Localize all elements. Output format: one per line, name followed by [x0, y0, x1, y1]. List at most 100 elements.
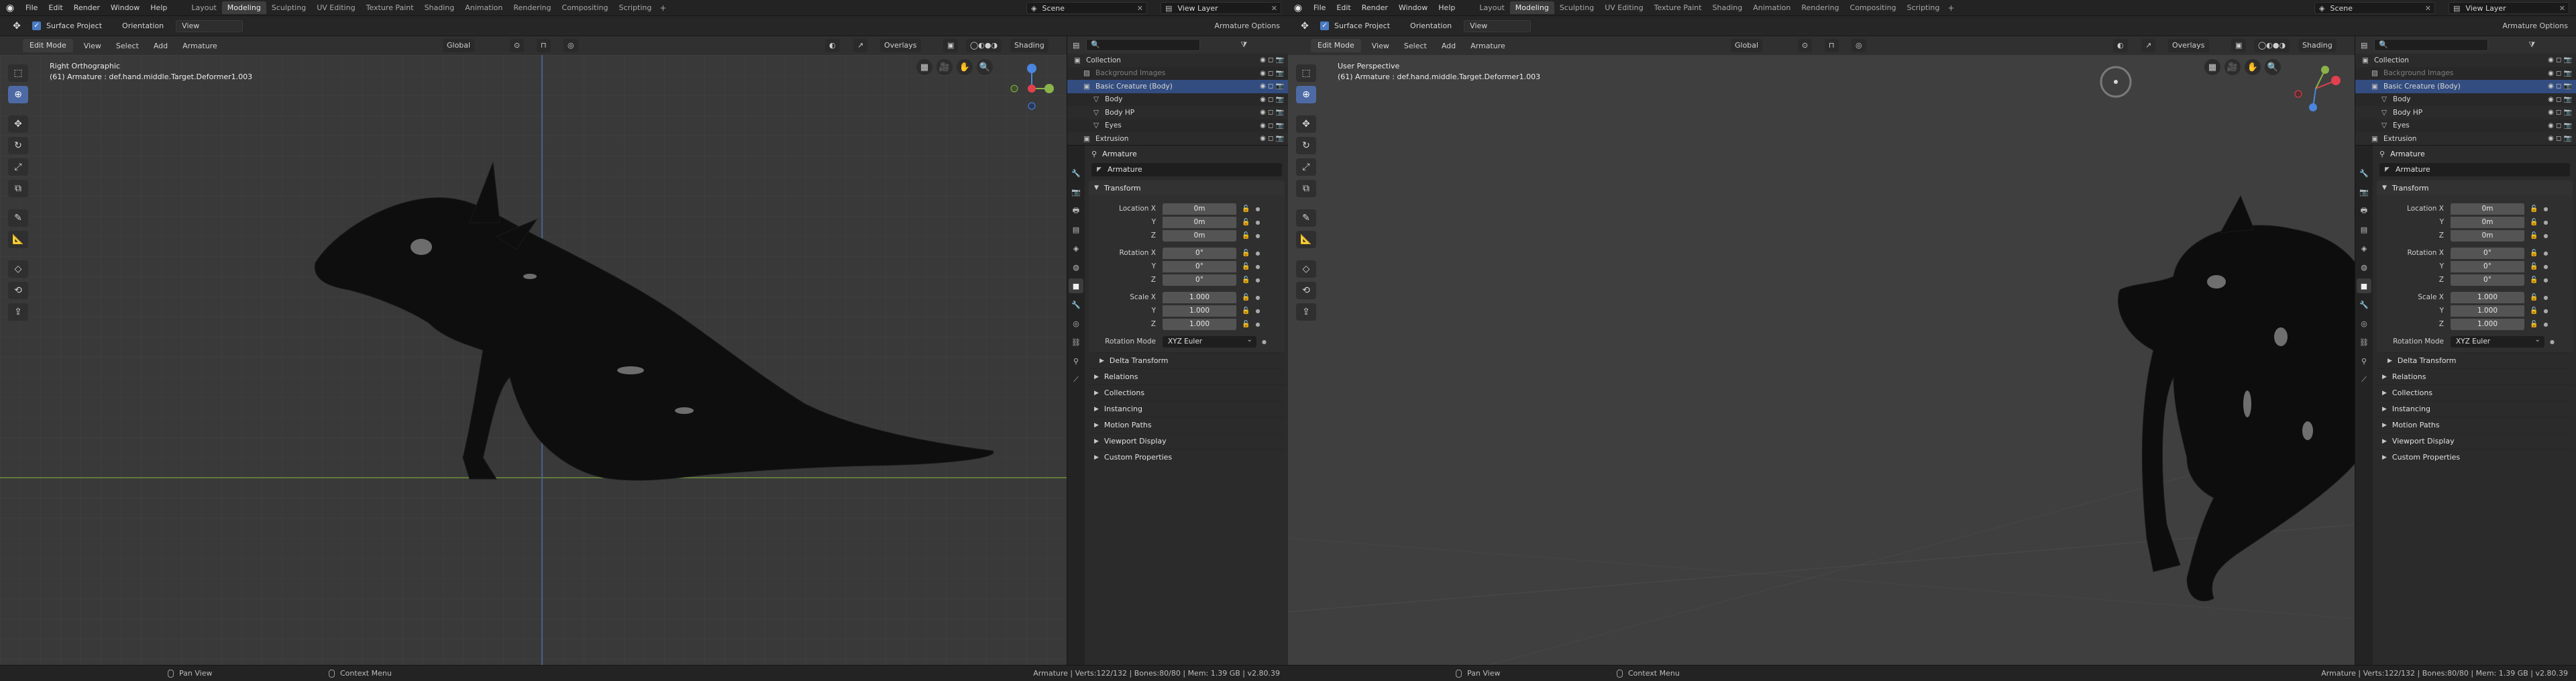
keyframe-dot-icon[interactable]: ●	[2543, 295, 2548, 301]
xray-toggle-icon[interactable]: ▣	[943, 39, 959, 52]
outliner-row[interactable]: ▣ Basic Creature (Body) ◉ ◻ 📷	[2355, 80, 2576, 93]
tab-uv-editing[interactable]: UV Editing	[311, 1, 360, 14]
blender-logo-icon[interactable]: ◉	[0, 0, 20, 16]
menu-help[interactable]: Help	[145, 0, 172, 16]
visibility-icons[interactable]: ◉ ◻ 📷	[2548, 135, 2572, 142]
scene-tab-icon[interactable]: ◈	[2357, 241, 2371, 256]
transform-panel-header[interactable]: ▼ Transform	[1089, 180, 1285, 195]
rotate-icon[interactable]: ↻	[8, 137, 28, 154]
menu-add[interactable]: Add	[1438, 42, 1460, 50]
viewport-display-panel-header[interactable]: ▶ Viewport Display	[1089, 433, 1285, 449]
keyframe-dot-icon[interactable]: ●	[1255, 233, 1260, 239]
tool-tab-icon[interactable]: 🔧	[2357, 166, 2371, 180]
keyframe-dot-icon[interactable]: ●	[2543, 219, 2548, 225]
lock-icon[interactable]: 🔓	[2530, 205, 2538, 213]
tool-icon[interactable]: ✥	[9, 19, 24, 34]
armature-options-button[interactable]: Armature Options	[2502, 21, 2568, 30]
tab-texture-paint[interactable]: Texture Paint	[361, 1, 419, 14]
visibility-icons[interactable]: ◉ ◻ 📷	[2548, 122, 2572, 129]
keyframe-dot-icon[interactable]: ●	[1255, 206, 1260, 212]
rotation-x-field[interactable]: 0°	[2451, 247, 2524, 259]
close-icon[interactable]: ✕	[2425, 4, 2431, 13]
surface-project-checkbox[interactable]: ✓	[32, 21, 41, 30]
keyframe-dot-icon[interactable]: ●	[2543, 233, 2548, 239]
rotation-y-field[interactable]: 0°	[1163, 260, 1236, 272]
visibility-icons[interactable]: ◉ ◻ 📷	[2548, 56, 2572, 64]
keyframe-dot-icon[interactable]: ●	[2550, 339, 2555, 345]
scene-tab-icon[interactable]: ◈	[1069, 241, 1083, 256]
motion-paths-panel-header[interactable]: ▶ Motion Paths	[1089, 417, 1285, 433]
bone-tab-icon[interactable]: ⟋	[1069, 372, 1083, 387]
scale-icon[interactable]: ⤢	[8, 158, 28, 176]
object-tab-icon[interactable]: ■	[1069, 278, 1083, 293]
menu-window[interactable]: Window	[1393, 0, 1433, 16]
mode-selector[interactable]: Edit Mode	[1311, 39, 1361, 52]
outliner-row[interactable]: ▣ Collection ◉ ◻ 📷	[1067, 54, 1288, 67]
render-tab-icon[interactable]: 📷	[2357, 185, 2371, 199]
scale-z-field[interactable]: 1.000	[1163, 318, 1236, 330]
delta-transform-panel-header[interactable]: ▶ Delta Transform	[1089, 352, 1285, 368]
filter-icon[interactable]: ⧩	[1240, 40, 1247, 50]
world-tab-icon[interactable]: ◍	[1069, 260, 1083, 274]
menu-armature[interactable]: Armature	[1466, 42, 1509, 50]
delta-transform-panel-header[interactable]: ▶ Delta Transform	[2377, 352, 2573, 368]
select-box-icon[interactable]: ⬚	[1296, 64, 1316, 82]
outliner-row[interactable]: ▽ Body ◉ ◻ 📷	[2355, 93, 2576, 107]
menu-render[interactable]: Render	[1356, 0, 1393, 16]
lock-icon[interactable]: 🔓	[1242, 294, 1250, 301]
lock-icon[interactable]: 🔓	[1242, 307, 1250, 315]
tab-animation[interactable]: Animation	[1748, 1, 1796, 14]
keyframe-dot-icon[interactable]: ●	[1255, 295, 1260, 301]
visibility-icons[interactable]: ◉ ◻ 📷	[2548, 83, 2572, 90]
navigation-gizmo[interactable]	[1001, 60, 1063, 113]
lock-icon[interactable]: 🔓	[2530, 219, 2538, 226]
tool-icon[interactable]: ✥	[1297, 19, 1312, 34]
cursor-icon[interactable]: ⊕	[8, 86, 28, 103]
lock-icon[interactable]: 🔓	[2530, 250, 2538, 257]
physics-tab-icon[interactable]: ◎	[1069, 316, 1083, 331]
tab-compositing[interactable]: Compositing	[557, 1, 614, 14]
motion-paths-panel-header[interactable]: ▶ Motion Paths	[2377, 417, 2573, 433]
viewport-right-orthographic[interactable]: Right Orthographic (61) Armature : def.h…	[0, 55, 1067, 665]
search-input[interactable]: 🔍	[1086, 39, 1201, 51]
object-tab-icon[interactable]: ■	[2357, 278, 2371, 293]
select-box-icon[interactable]: ⬚	[8, 64, 28, 82]
tab-animation[interactable]: Animation	[460, 1, 508, 14]
keyframe-dot-icon[interactable]: ●	[2543, 264, 2548, 270]
proportional-edit-icon[interactable]: ◎	[1851, 39, 1866, 52]
outliner-row[interactable]: ▣ Extrusion ◉ ◻ 📷	[2355, 132, 2576, 146]
lock-icon[interactable]: 🔓	[2530, 276, 2538, 284]
tab-compositing[interactable]: Compositing	[1845, 1, 1902, 14]
lock-icon[interactable]: 🔓	[1242, 263, 1250, 270]
mode-selector[interactable]: Edit Mode	[23, 39, 73, 52]
keyframe-dot-icon[interactable]: ●	[1255, 219, 1260, 225]
visibility-icons[interactable]: ◉ ◻ 📷	[1260, 56, 1284, 64]
scene-selector[interactable]: ◈ Scene ✕	[1026, 2, 1147, 14]
view-layer-selector[interactable]: ▤ View Layer ✕	[1161, 2, 1281, 14]
armature-options-button[interactable]: Armature Options	[1214, 21, 1280, 30]
custom-properties-panel-header[interactable]: ▶ Custom Properties	[1089, 449, 1285, 465]
lock-icon[interactable]: 🔓	[1242, 321, 1250, 328]
keyframe-dot-icon[interactable]: ●	[2543, 206, 2548, 212]
outliner-row[interactable]: ▽ Eyes ◉ ◻ 📷	[2355, 119, 2576, 133]
search-input[interactable]: 🔍	[2374, 39, 2489, 51]
transform-icon[interactable]: ⧉	[8, 180, 28, 197]
scale-y-field[interactable]: 1.000	[2451, 305, 2524, 317]
extrude-icon[interactable]: ⇪	[1296, 303, 1316, 321]
location-x-field[interactable]: 0m	[2451, 203, 2524, 215]
tab-texture-paint[interactable]: Texture Paint	[1649, 1, 1707, 14]
keyframe-dot-icon[interactable]: ●	[1255, 250, 1260, 256]
rotation-mode-dropdown[interactable]: XYZ Euler	[1163, 334, 1256, 348]
constraints-tab-icon[interactable]: ⛓	[2357, 335, 2371, 350]
tab-uv-editing[interactable]: UV Editing	[1599, 1, 1648, 14]
proportional-edit-icon[interactable]: ◎	[564, 39, 578, 52]
visibility-icons[interactable]: ◉ ◻ 📷	[1260, 83, 1284, 90]
measure-icon[interactable]: 📐	[8, 231, 28, 248]
tab-scripting[interactable]: Scripting	[613, 1, 657, 14]
hand-pan-icon[interactable]: ✋	[2245, 59, 2261, 75]
menu-select[interactable]: Select	[112, 42, 143, 50]
snap-icon[interactable]: ⊓	[537, 39, 551, 52]
cursor-icon[interactable]: ⊕	[1296, 86, 1316, 103]
visibility-icons[interactable]: ◉ ◻ 📷	[1260, 109, 1284, 116]
navigation-gizmo[interactable]	[2289, 60, 2351, 113]
